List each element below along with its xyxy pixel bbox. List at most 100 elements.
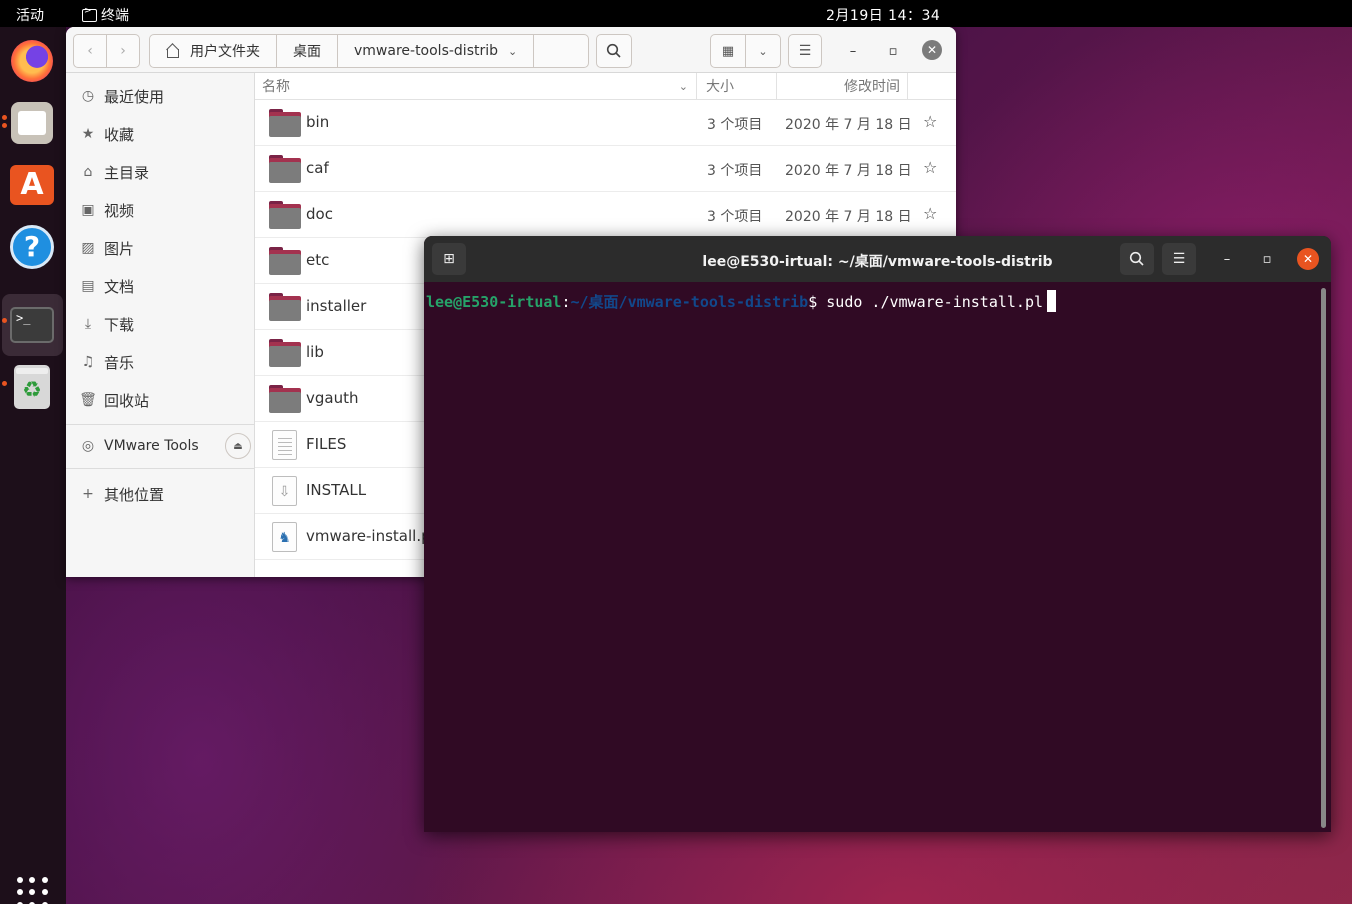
sidebar: ◷ 最近使用 ★ 收藏 ⌂ 主目录 ▣ 视频 ▨ 图片 ▤ 文档 ⤓ 下载 ♫ — [66, 73, 255, 577]
prompt-symbol: $ — [808, 293, 827, 311]
file-name: INSTALL — [306, 481, 367, 499]
hamburger-icon: ☰ — [1172, 251, 1186, 267]
sidebar-item-starred[interactable]: ★ 收藏 — [80, 119, 250, 149]
path-desktop[interactable]: 桌面 — [277, 35, 338, 67]
file-row-caf[interactable]: caf 3 个项目 2020 年 7 月 18 日 ☆ — [255, 146, 956, 192]
file-manager-headerbar: ‹ › 用户文件夹 桌面 vmware-tools-distrib ⌄ ▦ ⌄ … — [66, 27, 956, 73]
folder-icon — [269, 339, 301, 367]
column-header-modified[interactable]: 修改时间 — [777, 73, 908, 99]
grid-view-button[interactable]: ▦ — [710, 34, 746, 68]
minimize-button[interactable]: – — [843, 41, 863, 61]
column-header-label: 大小 — [706, 79, 734, 95]
folder-icon — [269, 247, 301, 275]
sidebar-item-recent[interactable]: ◷ 最近使用 — [80, 81, 250, 111]
sidebar-item-other-locations[interactable]: + 其他位置 — [80, 479, 250, 509]
image-icon: ▨ — [81, 240, 95, 256]
activities-button[interactable]: 活动 — [16, 5, 44, 25]
search-icon — [1129, 251, 1144, 266]
file-date: 2020 年 7 月 18 日 — [785, 117, 912, 133]
text-cursor — [1047, 290, 1057, 312]
sidebar-divider — [66, 468, 255, 469]
file-date: 2020 年 7 月 18 日 — [785, 209, 912, 225]
terminal-headerbar: ⊞ lee@E530-irtual: ~/桌面/vmware-tools-dis… — [424, 236, 1331, 282]
top-bar: 活动 终端 2月19日 14：34 — [0, 0, 1352, 27]
file-name: FILES — [306, 435, 347, 453]
chevron-left-icon: ‹ — [87, 43, 93, 59]
dock-help[interactable]: ? — [9, 224, 55, 270]
plus-icon: + — [82, 486, 94, 502]
music-icon: ♫ — [81, 354, 95, 370]
search-icon — [606, 43, 621, 58]
terminal-window: ⊞ lee@E530-irtual: ~/桌面/vmware-tools-dis… — [424, 236, 1331, 832]
eject-button[interactable]: ⏏ — [225, 433, 251, 459]
terminal-search-button[interactable] — [1120, 243, 1154, 275]
star-icon[interactable]: ☆ — [923, 112, 937, 131]
sidebar-item-downloads[interactable]: ⤓ 下载 — [80, 309, 250, 339]
minimize-icon: – — [849, 43, 857, 59]
main-menu-button[interactable]: ☰ — [788, 34, 822, 68]
path-segment-label: 用户文件夹 — [190, 44, 260, 60]
column-header-name[interactable]: 名称 ⌄ — [255, 73, 697, 99]
terminal-close-button[interactable]: ✕ — [1297, 248, 1319, 270]
document-icon: ▤ — [81, 278, 95, 294]
command-text: sudo ./vmware-install.pl — [826, 293, 1044, 311]
eject-icon: ⏏ — [233, 440, 243, 452]
show-apps-icon[interactable] — [17, 877, 49, 904]
clock[interactable]: 2月19日 14：34 — [826, 5, 940, 25]
close-icon: ✕ — [926, 43, 938, 57]
star-icon: ★ — [81, 126, 95, 142]
star-icon[interactable]: ☆ — [923, 204, 937, 223]
search-button[interactable] — [596, 34, 632, 68]
sidebar-item-home[interactable]: ⌂ 主目录 — [80, 157, 250, 187]
column-header-size[interactable]: 大小 — [697, 73, 777, 99]
sidebar-item-label: 文档 — [104, 277, 135, 296]
terminal-scrollbar[interactable] — [1321, 288, 1326, 828]
terminal-menu-button[interactable]: ☰ — [1162, 243, 1196, 275]
path-segment-label: vmware-tools-distrib — [354, 43, 499, 59]
view-options-button[interactable]: ⌄ — [745, 34, 781, 68]
dock-files[interactable] — [9, 100, 55, 146]
path-current[interactable]: vmware-tools-distrib ⌄ — [338, 35, 535, 67]
sidebar-item-music[interactable]: ♫ 音乐 — [80, 347, 250, 377]
back-button[interactable]: ‹ — [73, 34, 107, 68]
sidebar-item-label: 其他位置 — [104, 485, 165, 504]
sidebar-item-label: 收藏 — [104, 125, 135, 144]
terminal-minimize-button[interactable]: – — [1217, 249, 1237, 269]
forward-button[interactable]: › — [106, 34, 140, 68]
chevron-down-icon: ⌄ — [508, 44, 518, 58]
sidebar-divider — [66, 424, 255, 425]
sidebar-item-documents[interactable]: ▤ 文档 — [80, 271, 250, 301]
app-menu[interactable]: 终端 — [82, 5, 129, 25]
sidebar-item-trash[interactable]: 🗑 回收站 — [79, 385, 250, 415]
folder-icon — [269, 109, 301, 137]
sidebar-item-pictures[interactable]: ▨ 图片 — [80, 233, 250, 263]
text-file-icon — [272, 430, 297, 460]
prompt-separator: : — [561, 293, 571, 311]
file-row-doc[interactable]: doc 3 个项目 2020 年 7 月 18 日 ☆ — [255, 192, 956, 238]
maximize-button[interactable]: ▫ — [883, 41, 903, 61]
files-icon — [11, 102, 53, 144]
file-row-bin[interactable]: bin 3 个项目 2020 年 7 月 18 日 ☆ — [255, 100, 956, 146]
dock-firefox[interactable] — [9, 38, 55, 84]
software-store-icon: A — [10, 165, 54, 205]
dock-software[interactable]: A — [9, 162, 55, 208]
terminal-output[interactable]: lee@E530-irtual:~/桌面/vmware-tools-distri… — [424, 282, 1331, 832]
home-icon — [166, 44, 180, 58]
sidebar-item-label: VMware Tools — [104, 438, 199, 454]
sidebar-item-videos[interactable]: ▣ 视频 — [80, 195, 250, 225]
star-icon[interactable]: ☆ — [923, 158, 937, 177]
path-home[interactable]: 用户文件夹 — [150, 35, 277, 67]
dock-trash[interactable]: ♻ — [9, 364, 55, 410]
sidebar-item-label: 音乐 — [104, 353, 135, 372]
grid-icon: ▦ — [721, 43, 735, 59]
file-name: etc — [306, 251, 330, 269]
running-indicator — [2, 115, 7, 120]
sidebar-item-vmware-tools[interactable]: ◎ VMware Tools ⏏ — [80, 431, 251, 461]
dock-terminal[interactable]: >_ — [9, 302, 55, 348]
file-size: 3 个项目 — [707, 209, 763, 225]
close-button[interactable]: ✕ — [922, 40, 942, 60]
install-file-icon: ⇩ — [272, 476, 297, 506]
terminal-maximize-button[interactable]: ▫ — [1257, 249, 1277, 269]
chevron-down-icon: ⌄ — [758, 44, 768, 58]
folder-icon — [269, 385, 301, 413]
